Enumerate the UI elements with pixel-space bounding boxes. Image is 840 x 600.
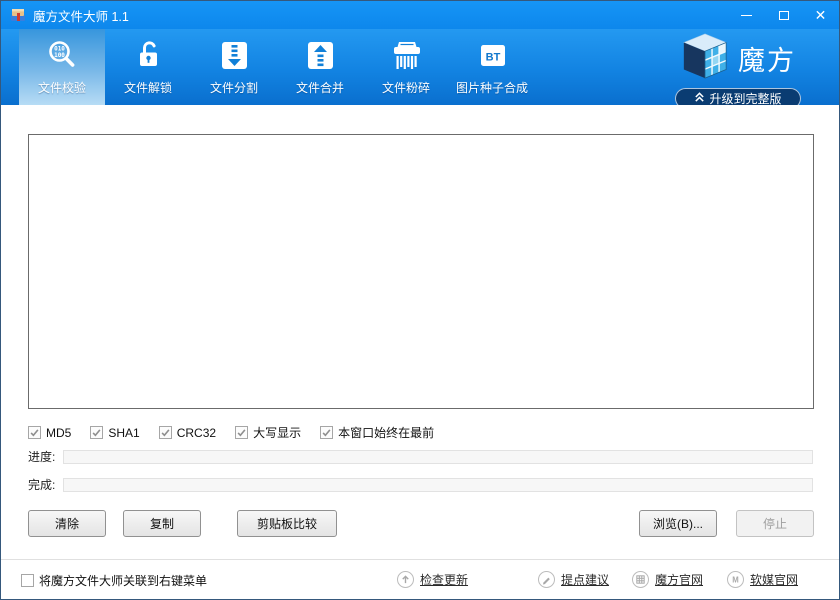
window-controls: ✕ [728, 1, 839, 29]
suggestion-link[interactable]: 提点建议 [538, 571, 609, 588]
checkbox-label: CRC32 [176, 425, 217, 440]
stop-button[interactable]: 停止 [736, 510, 814, 537]
checkbox-label: 本窗口始终在最前 [338, 426, 435, 440]
titlebar: 魔方文件大师 1.1 ✕ [1, 1, 839, 29]
link-label: 检查更新 [420, 573, 469, 587]
clipboard-compare-button[interactable]: 剪贴板比较 [237, 510, 337, 537]
maximize-icon [778, 10, 789, 20]
checkbox-md5[interactable]: MD5 [28, 426, 71, 440]
tab-file-split[interactable]: 文件分割 [191, 29, 277, 105]
checkbox-label: 将魔方文件大师关联到右键菜单 [39, 574, 208, 588]
app-icon [10, 7, 26, 23]
check-mark [30, 429, 39, 437]
checkbox-box [21, 574, 34, 587]
checkbox-box [90, 426, 104, 439]
check-mark [161, 429, 170, 437]
brand-logo-text: 魔方 [738, 46, 796, 76]
checkbox-label: SHA1 [108, 425, 140, 440]
copy-button[interactable]: 复制 [123, 510, 201, 537]
double-chevron-up-icon [694, 91, 705, 106]
tab-label: 图片种子合成 [455, 81, 528, 95]
tab-label: 文件合并 [295, 81, 344, 95]
check-mark [322, 429, 331, 437]
checkbox-crc32[interactable]: CRC32 [158, 425, 217, 440]
tab-image-seed[interactable]: BT 图片种子合成 [449, 29, 535, 105]
brand-area: 魔方 升级到完整版 [673, 31, 803, 109]
svg-text:M: M [732, 576, 738, 585]
tool-tabs: 010 100 文件校验 文件解锁 文件分割 文件合并 文件粉碎 BT 图片种子… [19, 29, 535, 105]
toolbar: 010 100 文件校验 文件解锁 文件分割 文件合并 文件粉碎 BT 图片种子… [1, 29, 839, 109]
maximize-button[interactable] [765, 1, 802, 29]
checkbox-sha1[interactable]: SHA1 [90, 425, 140, 440]
checksum-options: MD5 SHA1 CRC32 大写显示 本窗口始终在最前 [28, 424, 434, 441]
ruanmei-m-icon: M [727, 571, 744, 588]
tab-file-merge[interactable]: 文件合并 [277, 29, 363, 105]
check-update-link[interactable]: 检查更新 [397, 571, 468, 588]
link-label: 软媒官网 [750, 573, 799, 587]
tab-label: 文件解锁 [123, 81, 172, 95]
progress-row: 进度: [28, 449, 813, 464]
link-label: 提点建议 [561, 573, 610, 587]
checkbox-box [28, 426, 41, 439]
suggestion-pencil-icon [538, 571, 555, 588]
complete-row: 完成: [28, 477, 813, 492]
check-mark [237, 429, 246, 437]
minimize-icon [741, 14, 752, 16]
tab-label: 文件分割 [209, 81, 258, 95]
progress-label: 进度: [28, 450, 56, 464]
mofang-cube-logo [680, 31, 730, 86]
checkbox-label: MD5 [46, 425, 72, 440]
browse-button[interactable]: 浏览(B)... [639, 510, 717, 537]
close-button[interactable]: ✕ [802, 1, 839, 29]
complete-bar [63, 477, 813, 492]
svg-text:100: 100 [54, 52, 65, 59]
tab-file-checksum[interactable]: 010 100 文件校验 [19, 29, 105, 105]
tab-file-shred[interactable]: 文件粉碎 [363, 29, 449, 105]
tab-file-unlock[interactable]: 文件解锁 [105, 29, 191, 105]
checkbox-uppercase[interactable]: 大写显示 [235, 424, 301, 441]
checksum-magnifier-icon: 010 100 [45, 35, 79, 75]
tab-label: 文件校验 [37, 81, 86, 95]
clear-button[interactable]: 清除 [28, 510, 106, 537]
checkbox-always-on-top[interactable]: 本窗口始终在最前 [320, 424, 434, 441]
checkbox-box [235, 426, 249, 439]
checkbox-box [320, 426, 334, 439]
window-title: 魔方文件大师 1.1 [33, 9, 129, 24]
ruanmei-site-link[interactable]: M 软媒官网 [727, 571, 798, 588]
mofang-site-link[interactable]: 魔方官网 [632, 571, 703, 588]
check-mark [92, 429, 101, 437]
split-zipper-down-icon [217, 35, 251, 75]
shredder-icon [389, 35, 423, 75]
associate-context-menu-checkbox[interactable]: 将魔方文件大师关联到右键菜单 [21, 572, 207, 589]
complete-label: 完成: [28, 478, 56, 492]
file-checksum-list[interactable] [28, 134, 814, 409]
app-window: 魔方文件大师 1.1 ✕ 010 100 文件校验 文件解锁 文件分割 文件合并… [0, 0, 840, 600]
progress-bar [63, 449, 813, 464]
svg-text:BT: BT [486, 52, 501, 64]
tab-label: 文件粉碎 [381, 81, 430, 95]
merge-zipper-up-icon [303, 35, 337, 75]
close-icon: ✕ [814, 7, 827, 23]
main-panel: MD5 SHA1 CRC32 大写显示 本窗口始终在最前 进度: 完成: 清除 … [1, 105, 839, 559]
unlock-padlock-icon [131, 35, 165, 75]
minimize-button[interactable] [728, 1, 765, 29]
checkbox-box [158, 426, 172, 439]
link-label: 魔方官网 [655, 573, 704, 587]
mofang-grid-icon [632, 571, 649, 588]
checkbox-label: 大写显示 [253, 426, 302, 440]
bt-badge-icon: BT [475, 35, 509, 75]
statusbar: 将魔方文件大师关联到右键菜单 检查更新 提点建议 魔方官网 M 软媒官网 [1, 559, 839, 599]
update-arrow-icon [397, 571, 414, 588]
